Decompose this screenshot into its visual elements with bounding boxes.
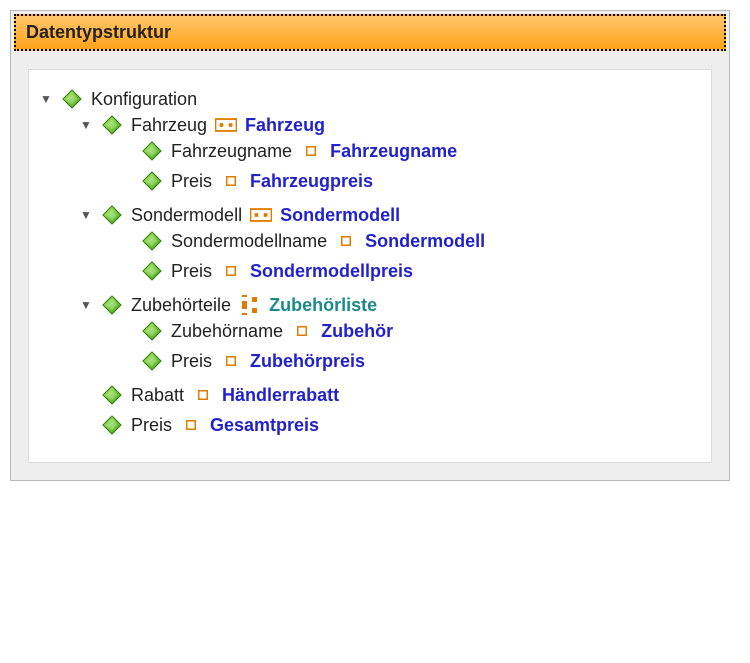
tree-node: ▼Konfiguration▼FahrzeugFahrzeug▶Fahrzeug… [39,84,701,444]
node-label: Zubehörteile [131,295,231,316]
expand-toggle[interactable]: ▼ [79,208,93,222]
type-reference[interactable]: Zubehör [321,321,393,342]
type-reference[interactable]: Fahrzeug [245,115,325,136]
node-label: Sondermodell [131,205,242,226]
diamond-icon [101,114,123,136]
small-square-icon [192,384,214,406]
node-label: Fahrzeug [131,115,207,136]
panel-body: ▼Konfiguration▼FahrzeugFahrzeug▶Fahrzeug… [28,69,712,463]
node-label: Preis [171,351,212,372]
tree-row: ▶SondermodellnameSondermodell [119,230,701,252]
tree-row: ▼ Sondermodell Sondermodell [79,204,701,226]
node-label: Sondermodellname [171,231,327,252]
tree-node: ▶PreisZubehörpreis [119,346,701,376]
dual-square-icon [250,204,272,226]
type-reference[interactable]: Fahrzeugpreis [250,171,373,192]
small-square-icon [220,350,242,372]
panel-header: Datentypstruktur [14,14,726,51]
small-square-icon [180,414,202,436]
type-reference[interactable]: Zubehörpreis [250,351,365,372]
node-label: Preis [171,261,212,282]
node-label: Konfiguration [91,89,197,110]
tree-node: ▶PreisSondermodellpreis [119,256,701,286]
tree-row: ▶FahrzeugnameFahrzeugname [119,140,701,162]
tree-row: ▶PreisSondermodellpreis [119,260,701,282]
tree-children: ▶FahrzeugnameFahrzeugname▶PreisFahrzeugp… [79,136,701,196]
tree-row: ▼ Zubehörteile Zubehörliste [79,294,701,316]
type-reference[interactable]: Gesamtpreis [210,415,319,436]
tree-node: ▼SondermodellSondermodell▶Sondermodellna… [79,200,701,290]
node-label: Zubehörname [171,321,283,342]
small-square-icon [291,320,313,342]
small-square-icon [220,170,242,192]
type-reference[interactable]: Händlerrabatt [222,385,339,406]
type-reference[interactable]: Fahrzeugname [330,141,457,162]
diamond-icon [141,170,163,192]
diamond-icon [101,384,123,406]
tree-row: ▶ZubehörnameZubehör [119,320,701,342]
type-reference[interactable]: Zubehörliste [269,295,377,316]
node-label: Preis [171,171,212,192]
tree-node: ▼FahrzeugFahrzeug▶FahrzeugnameFahrzeugna… [79,110,701,200]
diamond-icon [61,88,83,110]
tree-children: ▼FahrzeugFahrzeug▶FahrzeugnameFahrzeugna… [39,110,701,440]
diamond-icon [101,414,123,436]
tree-row: ▼ Fahrzeug Fahrzeug [79,114,701,136]
panel-title: Datentypstruktur [26,22,171,42]
expand-toggle[interactable]: ▼ [79,298,93,312]
tree-node: ▶PreisFahrzeugpreis [119,166,701,196]
expand-toggle[interactable]: ▼ [39,92,53,106]
tree-node: ▶ZubehörnameZubehör [119,316,701,346]
diamond-icon [141,350,163,372]
tree-row: ▼ Konfiguration [39,88,701,110]
tree-row: ▶RabattHändlerrabatt [79,384,701,406]
diamond-icon [141,320,163,342]
panel: Datentypstruktur ▼ Konfiguration ▼ Fahrzeug… [10,10,730,481]
node-label: Preis [131,415,172,436]
type-reference[interactable]: Sondermodell [365,231,485,252]
tree-root: ▼Konfiguration▼FahrzeugFahrzeug▶Fahrzeug… [39,84,701,444]
tree-node: ▶FahrzeugnameFahrzeugname [119,136,701,166]
small-square-icon [335,230,357,252]
type-reference[interactable]: Sondermodellpreis [250,261,413,282]
node-label: Fahrzeugname [171,141,292,162]
expand-toggle[interactable]: ▼ [79,118,93,132]
diamond-icon [141,140,163,162]
diamond-icon [141,260,163,282]
tree-children: ▶SondermodellnameSondermodell▶PreisSonde… [79,226,701,286]
tree-row: ▶PreisZubehörpreis [119,350,701,372]
node-label: Rabatt [131,385,184,406]
type-reference[interactable]: Sondermodell [280,205,400,226]
small-square-icon [300,140,322,162]
tree-node: ▼ZubehörteileZubehörliste▶ZubehörnameZub… [79,290,701,380]
tree-children: ▶ZubehörnameZubehör▶PreisZubehörpreis [79,316,701,376]
tree-row: ▶PreisFahrzeugpreis [119,170,701,192]
list-frame-icon [239,294,261,316]
dual-square-icon [215,114,237,136]
tree-node: ▶SondermodellnameSondermodell [119,226,701,256]
small-square-icon [220,260,242,282]
diamond-icon [101,294,123,316]
tree-row: ▶PreisGesamtpreis [79,414,701,436]
tree-node: ▶RabattHändlerrabatt [79,380,701,410]
diamond-icon [101,204,123,226]
tree-node: ▶PreisGesamtpreis [79,410,701,440]
diamond-icon [141,230,163,252]
